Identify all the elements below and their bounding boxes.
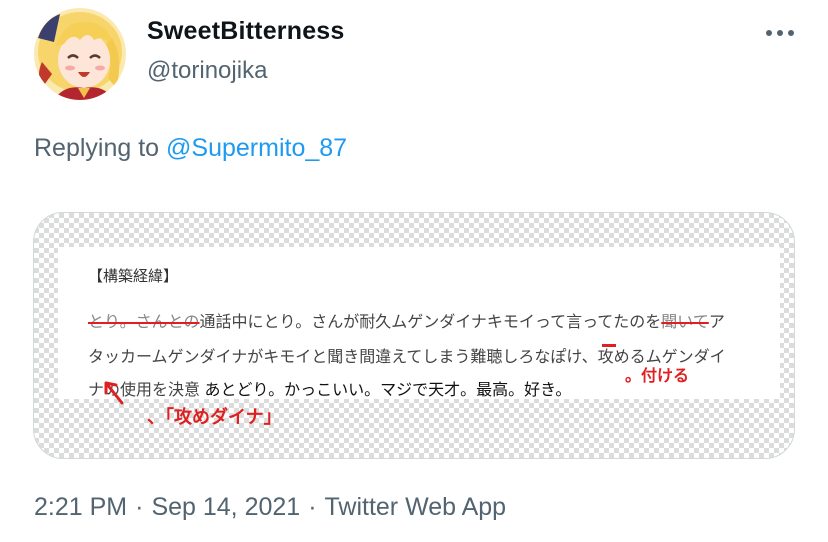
author-display-name[interactable]: SweetBitterness bbox=[147, 17, 345, 46]
replying-to-line: Replying to @Supermito_87 bbox=[34, 134, 347, 163]
tweet-metadata: 2:21 PM · Sep 14, 2021 · Twitter Web App bbox=[34, 493, 506, 522]
annotation-add-period: 。付ける bbox=[625, 368, 690, 385]
line-3-text-dark: あとどり。かっこいい。マジで天才。最高。好き。 bbox=[200, 382, 572, 399]
line-1-text: 通話中にとり。さんが耐久ムゲンダイナキモイって言ってたのを bbox=[199, 314, 662, 331]
document-line-3: ナの使用を決意 あとどり。かっこいい。マジで天才。最高。好き。 bbox=[88, 376, 571, 400]
tweet-source[interactable]: Twitter Web App bbox=[325, 493, 507, 521]
annotation-insert-text: 、「攻めダイナ」 bbox=[147, 407, 282, 427]
document-line-1: とり。さんとの通話中にとり。さんが耐久ムゲンダイナキモイって言ってたのを聞いてア bbox=[88, 308, 725, 332]
line-1-tail: ア bbox=[708, 314, 725, 331]
insert-caret-mark bbox=[602, 344, 616, 347]
more-horizontal-icon bbox=[766, 30, 794, 36]
reply-mention-link[interactable]: @Supermito_87 bbox=[166, 134, 347, 162]
avatar[interactable] bbox=[34, 8, 126, 100]
tweet-date[interactable]: Sep 14, 2021 bbox=[151, 493, 300, 521]
author-handle[interactable]: @torinojika bbox=[147, 57, 267, 85]
separator: · bbox=[135, 493, 144, 521]
document-heading: 【構築経緯】 bbox=[88, 268, 179, 285]
tweet-time[interactable]: 2:21 PM bbox=[34, 493, 127, 521]
replying-to-label: Replying to bbox=[34, 134, 167, 162]
more-options-button[interactable] bbox=[760, 18, 800, 48]
struck-text-start: とり。さんとの bbox=[88, 314, 200, 331]
annotation-arrow-icon bbox=[104, 381, 124, 405]
anime-girl-avatar-icon bbox=[34, 8, 126, 100]
struck-text-end: 聞いて bbox=[661, 314, 709, 331]
separator: · bbox=[308, 493, 317, 521]
tweet-card: SweetBitterness @torinojika Replying to … bbox=[0, 0, 828, 542]
attached-image[interactable]: 【構築経緯】 とり。さんとの通話中にとり。さんが耐久ムゲンダイナキモイって言って… bbox=[33, 212, 795, 459]
